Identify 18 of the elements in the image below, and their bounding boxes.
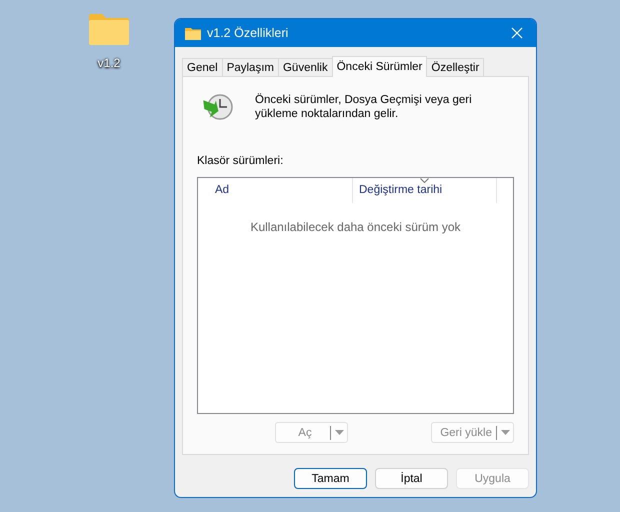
tab[interactable]: Genel xyxy=(182,58,223,76)
folder-icon xyxy=(185,26,201,40)
dialog-button[interactable]: Tamam xyxy=(294,468,367,489)
tab[interactable]: Önceki Sürümler xyxy=(332,56,428,77)
versions-list[interactable]: Ad Değiştirme tarihi Kullanılabilecek daha önceki sürüm yok xyxy=(197,177,514,414)
tab[interactable]: Paylaşım xyxy=(222,58,279,76)
empty-message: Kullanılabilecek daha önceki sürüm yok xyxy=(250,220,461,234)
column-header[interactable]: Değiştirme tarihi xyxy=(353,178,497,203)
close-icon[interactable] xyxy=(511,27,523,39)
column-header[interactable]: Ad xyxy=(198,178,353,203)
dropdown-caret-icon xyxy=(501,430,510,435)
dialog-button[interactable]: İptal xyxy=(375,468,448,489)
dropdown-caret-icon xyxy=(335,430,344,435)
window-title: v1.2 Özellikleri xyxy=(207,26,290,40)
description-text: Önceki sürümler, Dosya Geçmişi veya geri yükleme noktalarından gelir. xyxy=(255,92,473,121)
tab[interactable]: Özelleştir xyxy=(426,58,484,76)
sort-caret-icon xyxy=(420,178,429,183)
list-label: Klasör sürümleri: xyxy=(197,155,284,167)
